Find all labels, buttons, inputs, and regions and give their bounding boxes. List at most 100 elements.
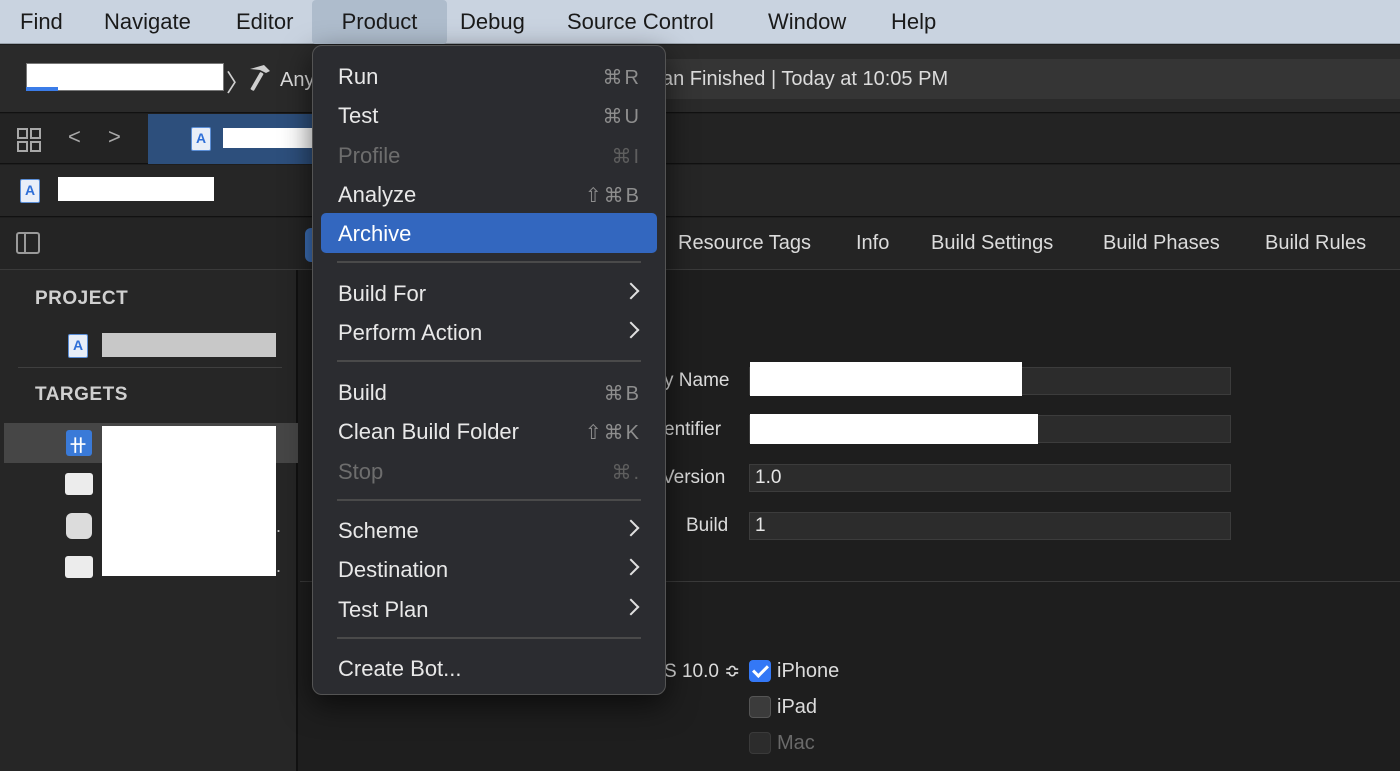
build-label: Build [686, 515, 729, 536]
menu-source-control[interactable]: Source Control [563, 0, 718, 44]
menu-separator [337, 360, 641, 362]
menu-bar: Find Navigate Editor Product Debug Sourc… [0, 0, 1400, 44]
submenu-chevron-icon [622, 558, 640, 576]
forward-arrow-icon[interactable]: > [108, 124, 121, 150]
clean-build-folder-shortcut: ⇧⌘K [584, 422, 641, 444]
destination-label: Destination [338, 557, 449, 582]
app-target-icon: 卄 [66, 430, 92, 456]
project-file-icon [191, 127, 211, 151]
product-menu: Run ⌘R Test ⌘U Profile ⌘I Analyze ⇧⌘B Ar… [312, 45, 666, 695]
truncation-ellipsis: . [276, 516, 282, 536]
menu-help[interactable]: Help [887, 0, 940, 44]
mac-checkbox[interactable] [749, 732, 771, 754]
menu-item-build[interactable]: Build ⌘B [321, 372, 657, 412]
build-label: Build [338, 380, 387, 405]
test-label: Test [338, 103, 379, 128]
back-arrow-icon[interactable]: < [68, 124, 81, 150]
tab-build-rules[interactable]: Build Rules [1265, 232, 1366, 255]
menu-item-run[interactable]: Run ⌘R [321, 56, 657, 96]
project-section-title: PROJECT [35, 288, 129, 309]
bundle-identifier-label: entifier [664, 419, 722, 440]
menu-item-clean-build-folder[interactable]: Clean Build Folder ⇧⌘K [321, 411, 657, 451]
truncation-ellipsis: . [276, 556, 282, 576]
menu-item-test-plan[interactable]: Test Plan [321, 589, 657, 629]
test-plan-label: Test Plan [338, 597, 429, 622]
display-name-field[interactable] [749, 362, 1231, 396]
sidebar-toggle-icon[interactable] [16, 232, 40, 254]
grid-icon[interactable] [16, 127, 42, 153]
menu-product[interactable]: Product [312, 0, 447, 44]
display-name-label: y Name [664, 370, 730, 391]
jump-bar [0, 165, 1400, 217]
menu-item-scheme[interactable]: Scheme [321, 510, 657, 550]
menu-item-destination[interactable]: Destination [321, 549, 657, 589]
scheme-indicator [26, 87, 58, 91]
bundle-identifier-field[interactable] [749, 414, 1231, 444]
perform-action-label: Perform Action [338, 320, 483, 345]
create-bot-label: Create Bot... [338, 656, 462, 681]
destination-label[interactable]: Any [280, 69, 314, 92]
iphone-label: iPhone [777, 660, 840, 682]
project-sidebar: PROJECT TARGETS 卄 . . [0, 270, 298, 771]
version-label: Version [662, 467, 726, 488]
menu-separator [337, 261, 641, 263]
mac-label: Mac [777, 732, 815, 754]
menu-find[interactable]: Find [16, 0, 67, 44]
ipad-label: iPad [777, 696, 818, 718]
tab-resource-tags[interactable]: Resource Tags [678, 232, 811, 255]
analyze-label: Analyze [338, 182, 417, 207]
display-name-redacted [750, 362, 1022, 396]
targets-section-title: TARGETS [35, 384, 128, 405]
profile-shortcut: ⌘I [611, 146, 641, 168]
activity-status-text: an Finished | Today at 10:05 PM [662, 68, 949, 90]
build-for-label: Build For [338, 281, 427, 306]
menu-item-stop[interactable]: Stop ⌘. [321, 451, 657, 491]
tab-build-settings[interactable]: Build Settings [931, 232, 1053, 255]
submenu-chevron-icon [622, 519, 640, 537]
archive-label: Archive [338, 221, 412, 246]
section-divider [18, 367, 282, 368]
analyze-shortcut: ⇧⌘B [584, 185, 641, 207]
ipad-checkbox[interactable] [749, 696, 771, 718]
menu-item-create-bot[interactable]: Create Bot... [321, 648, 657, 688]
extension-target-icon [65, 473, 93, 495]
menu-item-build-for[interactable]: Build For [321, 273, 657, 313]
menu-item-perform-action[interactable]: Perform Action [321, 312, 657, 352]
menu-navigate[interactable]: Navigate [100, 0, 195, 44]
bundle-identifier-redacted [750, 414, 1038, 444]
submenu-chevron-icon [622, 321, 640, 339]
scheme-label: Scheme [338, 518, 419, 543]
run-label: Run [338, 64, 379, 89]
tab-info[interactable]: Info [856, 232, 889, 255]
clean-build-folder-label: Clean Build Folder [338, 419, 519, 444]
menu-window[interactable]: Window [764, 0, 850, 44]
target-names-redacted[interactable] [102, 426, 276, 576]
stop-label: Stop [338, 459, 384, 484]
menu-item-test[interactable]: Test ⌘U [321, 95, 657, 135]
iphone-checkbox[interactable] [749, 660, 771, 682]
tab-title-redacted [223, 128, 313, 148]
version-field[interactable]: 1.0 [749, 464, 1231, 492]
widget-target-icon [66, 513, 92, 539]
profile-label: Profile [338, 143, 401, 168]
menu-item-profile[interactable]: Profile ⌘I [321, 135, 657, 175]
menu-editor[interactable]: Editor [232, 0, 297, 44]
editor-header: Resource Tags Info Build Settings Build … [0, 218, 1400, 270]
project-item-redacted[interactable] [102, 333, 276, 357]
menu-item-analyze[interactable]: Analyze ⇧⌘B [321, 174, 657, 214]
menu-debug[interactable]: Debug [456, 0, 529, 44]
menu-separator [337, 637, 641, 639]
breadcrumb-redacted[interactable] [58, 177, 214, 201]
hammer-icon [250, 65, 270, 91]
build-shortcut: ⌘B [603, 383, 641, 405]
tab-build-phases[interactable]: Build Phases [1103, 232, 1220, 255]
project-file-icon [20, 179, 40, 203]
extension-target-icon [65, 556, 93, 578]
menu-item-archive[interactable]: Archive [321, 213, 657, 253]
project-file-icon [68, 334, 88, 358]
submenu-chevron-icon [622, 282, 640, 300]
menu-separator [337, 499, 641, 501]
build-field[interactable]: 1 [749, 512, 1231, 540]
toolbar: 〉 Any an Finished | Today at 10:05 PM [0, 45, 1400, 113]
deployment-target-selector[interactable]: S 10.0 ≎ [664, 660, 740, 683]
